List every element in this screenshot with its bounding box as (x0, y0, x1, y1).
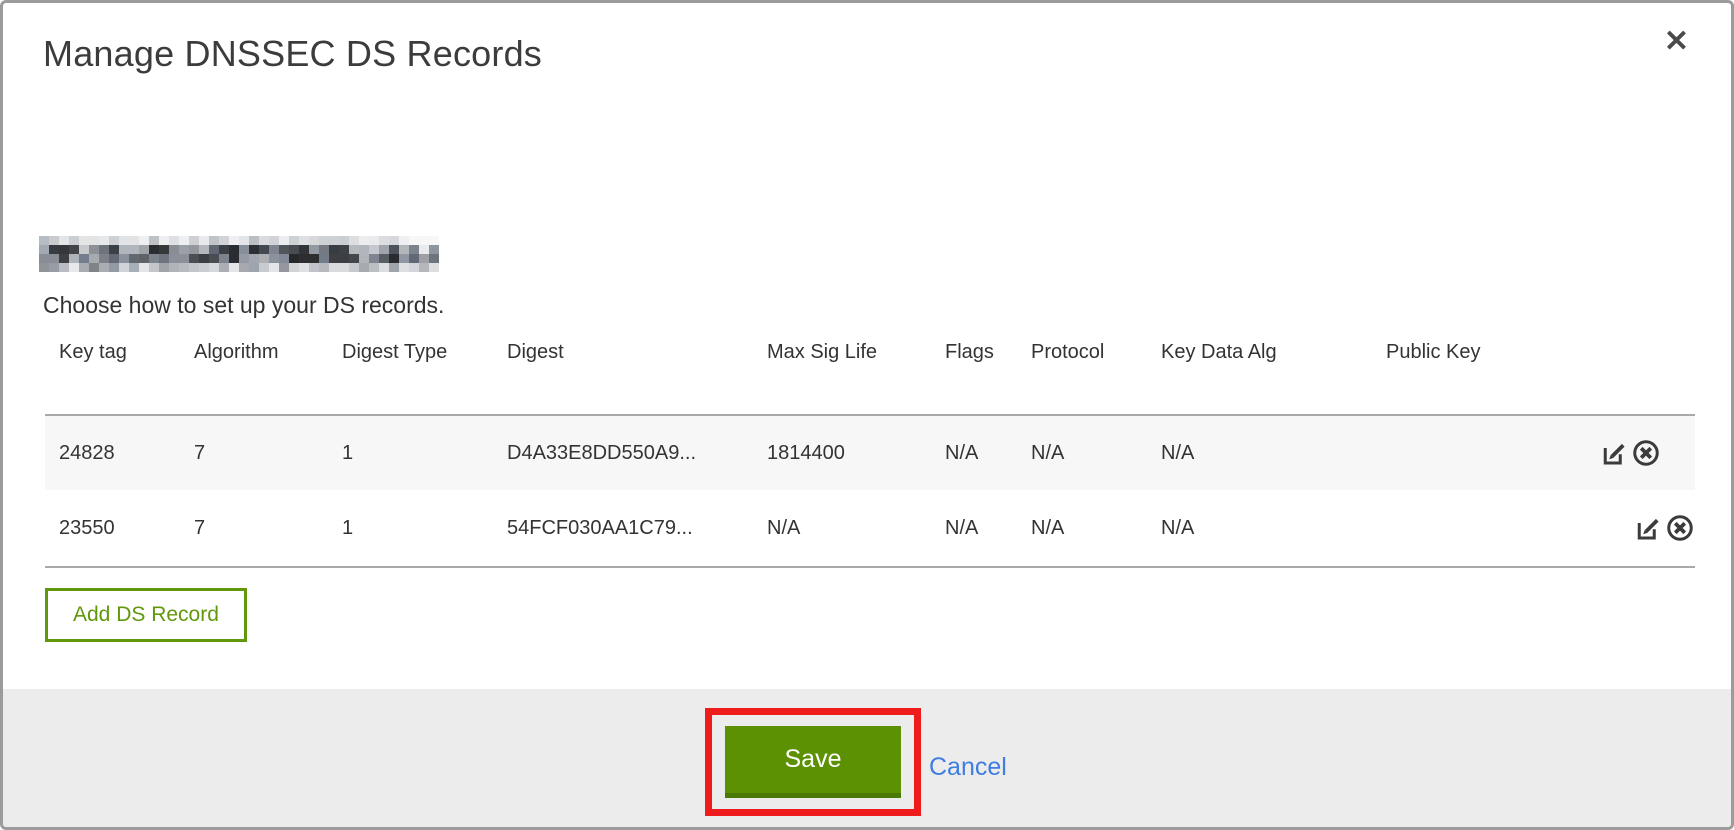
close-icon[interactable]: ✕ (1664, 27, 1689, 57)
cell-key-data-alg: N/A (1147, 415, 1372, 490)
col-header-digest: Digest (493, 335, 753, 415)
col-header-actions (1585, 335, 1695, 415)
edit-icon (1599, 456, 1629, 471)
annotation-highlight-box: Save (705, 708, 921, 816)
row-actions (1585, 490, 1695, 567)
cell-key-tag: 24828 (45, 415, 180, 490)
page-title: Manage DNSSEC DS Records (43, 31, 1731, 77)
edit-record-button[interactable] (1633, 513, 1663, 543)
cell-max-sig-life: N/A (753, 490, 931, 567)
cell-key-tag: 23550 (45, 490, 180, 567)
table-row: 23550 7 1 54FCF030AA1C79... N/A N/A N/A … (45, 490, 1695, 567)
col-header-flags: Flags (931, 335, 1017, 415)
col-header-max-sig-life: Max Sig Life (753, 335, 931, 415)
col-header-key-data-alg: Key Data Alg (1147, 335, 1372, 415)
cell-flags: N/A (931, 490, 1017, 567)
cell-protocol: N/A (1017, 490, 1147, 567)
edit-icon (1633, 531, 1663, 546)
cell-digest-type: 1 (328, 490, 493, 567)
instruction-text: Choose how to set up your DS records. (43, 292, 1731, 319)
col-header-protocol: Protocol (1017, 335, 1147, 415)
col-header-algorithm: Algorithm (180, 335, 328, 415)
manage-dnssec-modal: Manage DNSSEC DS Records ✕ Choose how to… (0, 0, 1734, 830)
add-ds-record-button[interactable]: Add DS Record (45, 588, 247, 642)
col-header-key-tag: Key tag (45, 335, 180, 415)
table-header-row: Key tag Algorithm Digest Type Digest Max… (45, 335, 1695, 415)
cell-algorithm: 7 (180, 415, 328, 490)
col-header-public-key: Public Key (1372, 335, 1585, 415)
cell-algorithm: 7 (180, 490, 328, 567)
save-button[interactable]: Save (725, 726, 901, 798)
cell-digest: D4A33E8DD550A9... (493, 415, 753, 490)
cell-digest-type: 1 (328, 415, 493, 490)
ds-records-table: Key tag Algorithm Digest Type Digest Max… (45, 335, 1695, 568)
table-row: 24828 7 1 D4A33E8DD550A9... 1814400 N/A … (45, 415, 1695, 490)
cell-public-key (1372, 415, 1585, 490)
edit-record-button[interactable] (1599, 438, 1629, 468)
cell-protocol: N/A (1017, 415, 1147, 490)
cell-key-data-alg: N/A (1147, 490, 1372, 567)
delete-record-button[interactable] (1665, 513, 1695, 543)
cell-public-key (1372, 490, 1585, 567)
delete-record-button[interactable] (1631, 438, 1661, 468)
row-actions (1585, 415, 1695, 490)
cell-max-sig-life: 1814400 (753, 415, 931, 490)
delete-icon (1631, 456, 1661, 471)
redacted-domain (39, 236, 439, 272)
cancel-link[interactable]: Cancel (929, 753, 1007, 782)
col-header-digest-type: Digest Type (328, 335, 493, 415)
delete-icon (1665, 531, 1695, 546)
cell-flags: N/A (931, 415, 1017, 490)
cell-digest: 54FCF030AA1C79... (493, 490, 753, 567)
